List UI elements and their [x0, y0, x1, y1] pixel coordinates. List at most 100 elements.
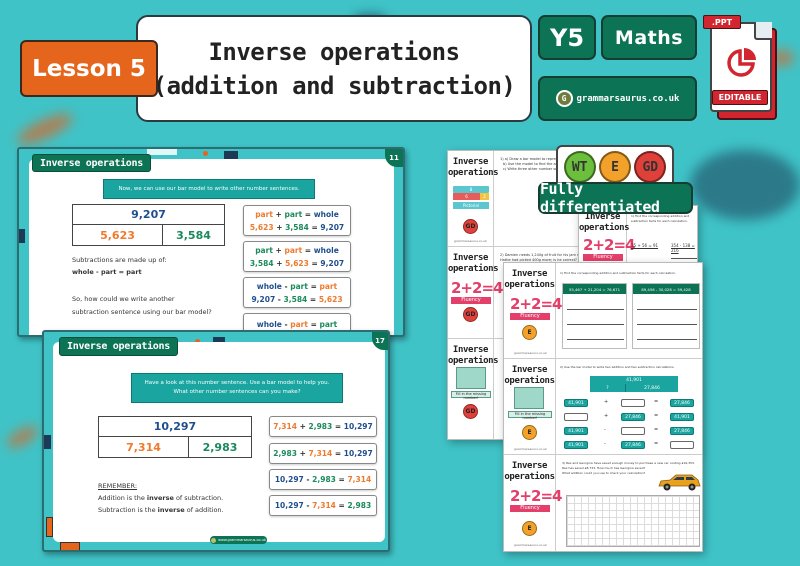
- missing-number-label: Fill in the missing number!: [508, 411, 552, 420]
- e-badge: E: [522, 425, 537, 440]
- eq-op: -: [277, 294, 281, 304]
- remember-line: Addition is the inverse of subtraction.: [98, 494, 223, 502]
- slide-17-preview[interactable]: Inverse operations 17 Have a look at thi…: [42, 330, 390, 552]
- brand-footer: grammarsaurus.co.uk: [514, 447, 547, 451]
- answer-line: [567, 309, 624, 310]
- worksheet-title: Inverse operations: [448, 253, 499, 274]
- body-text: subtraction sentence using our bar model…: [72, 308, 212, 316]
- eq-word: part: [319, 320, 338, 329]
- slide-title-tab: Inverse operations: [59, 337, 178, 356]
- operator: =: [654, 413, 659, 419]
- eq-op: +: [276, 258, 283, 268]
- slide-title-tab: Inverse operations: [32, 154, 151, 172]
- eq-number: 7,314: [312, 501, 336, 510]
- fluency-icon: 2+2=4 Fluency: [510, 487, 562, 512]
- slide-11-preview[interactable]: Inverse operations 11 Now, we can use ou…: [17, 147, 405, 337]
- text-fragment-bold: inverse: [157, 506, 185, 514]
- eq-op: +: [275, 209, 282, 219]
- bar-part-a: 7,314: [99, 437, 189, 457]
- equation-card: part + part = whole 5,623 + 3,584 = 9,20…: [243, 205, 351, 236]
- background-decor: [3, 422, 42, 452]
- calculation-header: 89,456 - 30,028 = 59,428: [633, 284, 699, 294]
- equation-card: part + part = whole 3,584 + 5,623 = 9,20…: [243, 241, 351, 272]
- eq-number: 10,297: [343, 422, 373, 431]
- worksheet-section: Inverse operations 2+2=4 Fluency E gramma…: [504, 455, 702, 551]
- remember-heading: REMEMBER:: [98, 482, 138, 490]
- eq-number: 10,297: [274, 501, 304, 510]
- worksheet-section: Inverse operations Fill in the missing nu…: [504, 359, 702, 455]
- worksheet-e[interactable]: Inverse operations 2+2=4 Fluency E gramma…: [503, 262, 703, 552]
- bar-model-icon: 8 6 2 Pictorial: [453, 186, 489, 209]
- bar-part-b: 2: [480, 193, 489, 200]
- bar-model: 10,297 7,314 2,983: [98, 416, 252, 458]
- worksheet-sidebar: Inverse operations 8 6 2 Pictorial GD gra…: [448, 151, 499, 246]
- operator: +: [604, 413, 609, 419]
- remember-line: Subtraction is the inverse of addition.: [98, 506, 224, 514]
- fully-differentiated-banner: Fully differentiated: [538, 180, 693, 216]
- question-text: 1) Find the corresponding addition and s…: [560, 271, 676, 275]
- footer-brand-pill[interactable]: www.grammarsaurus.co.uk: [210, 536, 267, 544]
- eq-number: 5,623: [249, 222, 274, 232]
- brand-footer: grammarsaurus.co.uk: [514, 351, 547, 355]
- worksheet-title: Inverse operations: [504, 269, 555, 290]
- brand-badge[interactable]: G grammarsaurus.co.uk: [538, 76, 697, 121]
- fluency-icon: 2+2=4 Fluency: [510, 295, 562, 320]
- eq-op: =: [310, 281, 317, 291]
- operator: -: [604, 441, 606, 447]
- eq-word: part: [284, 209, 303, 219]
- equation-card: 10,297 - 7,314 = 2,983: [269, 495, 377, 516]
- bar-part-b: 3,584: [176, 228, 211, 242]
- working-grid[interactable]: [566, 495, 700, 547]
- text-fragment-bold: inverse: [146, 494, 174, 502]
- eq-op: =: [334, 422, 342, 431]
- puzzle-icon: [514, 387, 544, 409]
- brand-footer: grammarsaurus.co.uk: [454, 239, 487, 243]
- bar-model-part: 27,846: [626, 384, 678, 392]
- worksheet-sidebar: Inverse operations Fill in the missing nu…: [504, 359, 556, 454]
- editable-label: EDITABLE: [712, 90, 768, 105]
- puzzle-icon: [456, 367, 486, 389]
- worksheet-title: Inverse operations: [448, 345, 499, 366]
- text-fragment: Addition is the: [98, 494, 147, 502]
- worksheet-title: Inverse operations: [504, 461, 555, 482]
- eq-number: 9,207: [320, 222, 345, 232]
- number-chip: 27,846: [670, 399, 694, 407]
- eq-number: 2,983: [312, 475, 336, 484]
- pictorial-label: Pictorial: [453, 202, 489, 209]
- eq-number: 7,314: [347, 475, 372, 484]
- answer-box[interactable]: [621, 399, 645, 407]
- gd-badge: GD: [463, 307, 478, 322]
- eq-op: +: [275, 245, 282, 255]
- answer-box[interactable]: [564, 413, 588, 421]
- eq-word: part: [255, 209, 273, 219]
- bar-model: 9,207 5,623 3,584: [72, 204, 225, 246]
- eq-word: whole: [313, 209, 339, 219]
- eq-number: 3,584: [285, 222, 309, 232]
- eq-op: =: [338, 501, 345, 510]
- answer-box[interactable]: [621, 427, 645, 435]
- car-icon: [658, 474, 701, 491]
- lesson-title-line1: Inverse operations: [208, 37, 460, 66]
- text-fragment: of subtraction.: [173, 494, 224, 502]
- prompt-box: Now, we can use our bar model to write o…: [103, 179, 315, 199]
- operator: +: [604, 399, 609, 405]
- equation-card: 2,983 + 7,314 = 10,297: [269, 443, 377, 464]
- decor-shape: [44, 435, 51, 449]
- answer-box[interactable]: [670, 441, 694, 449]
- eq-word: whole: [256, 281, 282, 291]
- decor-shape: [19, 229, 25, 243]
- fluency-icon: 2+2=4 Fluency: [583, 236, 635, 261]
- fluency-icon: 2+2=4 Fluency: [451, 279, 503, 304]
- eq-number: 7,314: [308, 449, 333, 458]
- question-text: 2) Use the bar model to write two additi…: [560, 365, 675, 369]
- body-text: So, how could we write another: [72, 295, 175, 303]
- lesson-title-card: Inverse operations (addition and subtrac…: [136, 15, 532, 122]
- eq-op: -: [306, 501, 310, 510]
- operator: -: [604, 427, 606, 433]
- eq-word: whole: [256, 320, 282, 329]
- decor-shape: [46, 517, 53, 537]
- eq-op: +: [299, 422, 306, 431]
- worksheet-sidebar: Inverse operations Fill in the missing nu…: [448, 339, 499, 439]
- eq-op: =: [311, 222, 318, 232]
- number-chip: 41,901: [564, 427, 588, 435]
